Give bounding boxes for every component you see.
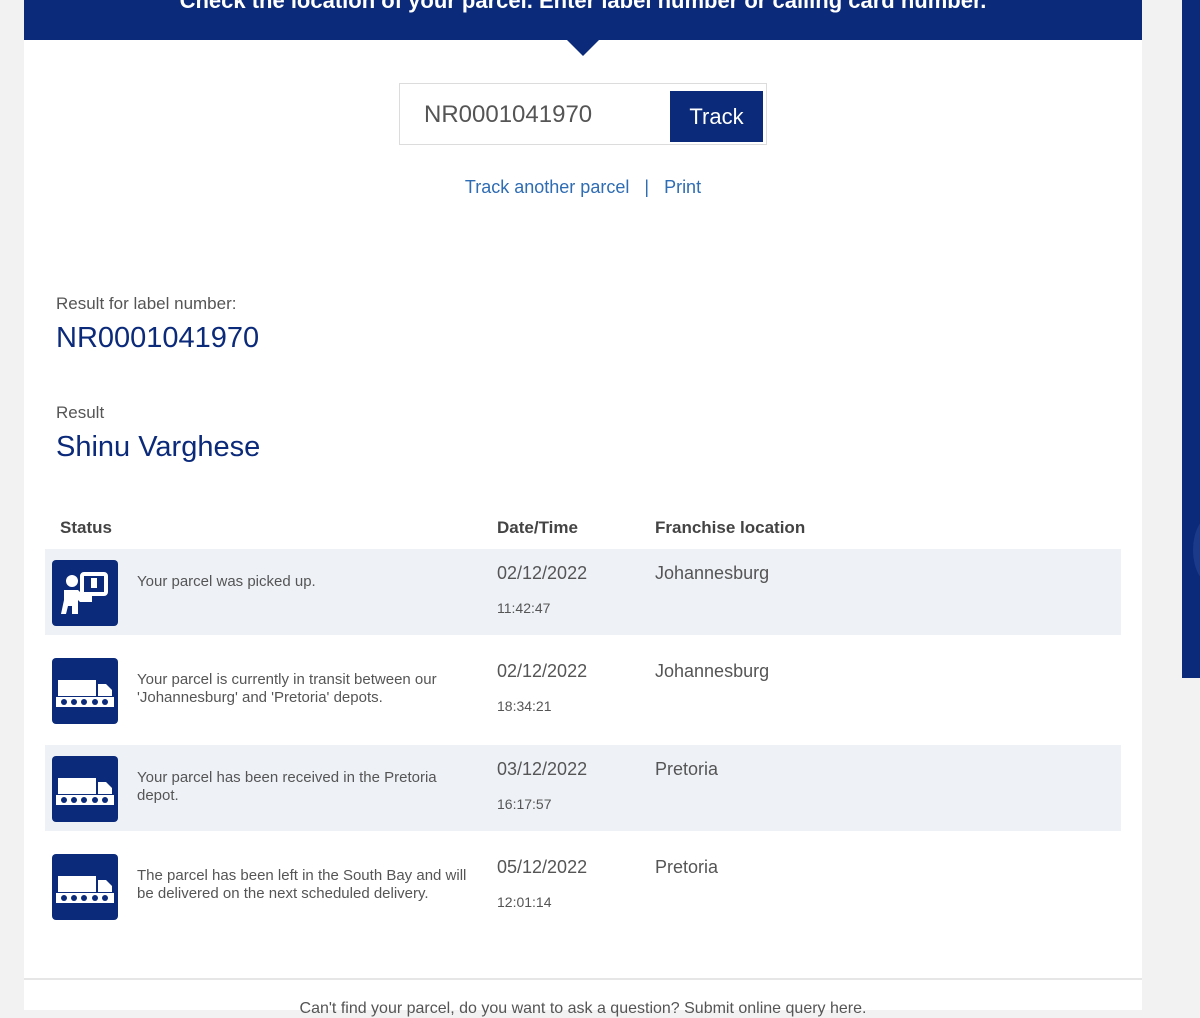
tracking-row: Your parcel has been received in the Pre… bbox=[45, 745, 1121, 831]
row-date: 05/12/2022 bbox=[497, 857, 588, 877]
row-time: 18:34:21 bbox=[497, 698, 552, 714]
footer-divider bbox=[24, 978, 1142, 980]
track-button[interactable]: Track bbox=[670, 91, 763, 142]
column-header-datetime: Date/Time bbox=[497, 518, 578, 537]
row-time: 11:42:47 bbox=[497, 600, 551, 616]
truck-icon bbox=[52, 756, 118, 822]
header-banner: Check the location of your parcel. Enter… bbox=[24, 0, 1142, 40]
side-panel-edge bbox=[1182, 0, 1200, 678]
row-location: Johannesburg bbox=[655, 563, 770, 583]
column-header-status: Status bbox=[60, 518, 112, 537]
footer-query-text: Can't find your parcel, do you want to a… bbox=[299, 1000, 867, 1017]
result-label-caption: Result for label number: bbox=[56, 294, 237, 313]
row-date: 03/12/2022 bbox=[497, 759, 588, 779]
row-status-text: Your parcel was picked up. bbox=[137, 573, 316, 590]
banner-text: Check the location of your parcel. Enter… bbox=[179, 0, 987, 13]
tracking-row: Your parcel was picked up. 02/12/2022 11… bbox=[45, 549, 1121, 635]
link-separator: | bbox=[644, 177, 650, 197]
result-name-caption: Result bbox=[56, 403, 105, 422]
row-location: Johannesburg bbox=[655, 661, 770, 681]
row-location: Pretoria bbox=[655, 857, 719, 877]
row-status-text: Your parcel has been received in the Pre… bbox=[137, 769, 437, 804]
row-date: 02/12/2022 bbox=[497, 563, 588, 583]
tracking-row: Your parcel is currently in transit betw… bbox=[45, 647, 1121, 733]
row-time: 16:17:57 bbox=[497, 796, 552, 812]
row-location: Pretoria bbox=[655, 759, 719, 779]
track-another-parcel-link[interactable]: Track another parcel bbox=[465, 177, 629, 197]
tracking-number-input[interactable] bbox=[424, 98, 664, 132]
row-date: 02/12/2022 bbox=[497, 661, 588, 681]
result-name: Shinu Varghese bbox=[56, 431, 261, 463]
row-time: 12:01:14 bbox=[497, 894, 552, 910]
tracking-search-box: Track bbox=[399, 83, 767, 145]
result-label-number: NR0001041970 bbox=[56, 322, 260, 354]
print-link[interactable]: Print bbox=[664, 177, 701, 197]
truck-icon bbox=[52, 854, 118, 920]
parcel-pickup-icon bbox=[52, 560, 118, 626]
column-header-location: Franchise location bbox=[655, 518, 806, 537]
tracking-row: The parcel has been left in the South Ba… bbox=[45, 843, 1121, 929]
row-status-text: Your parcel is currently in transit betw… bbox=[137, 671, 437, 706]
banner-arrow bbox=[567, 40, 599, 56]
row-status-text: The parcel has been left in the South Ba… bbox=[137, 867, 467, 902]
truck-icon bbox=[52, 658, 118, 724]
tracking-card: Check the location of your parcel. Enter… bbox=[24, 0, 1142, 1017]
action-links: Track another parcel | Print bbox=[24, 177, 1142, 198]
